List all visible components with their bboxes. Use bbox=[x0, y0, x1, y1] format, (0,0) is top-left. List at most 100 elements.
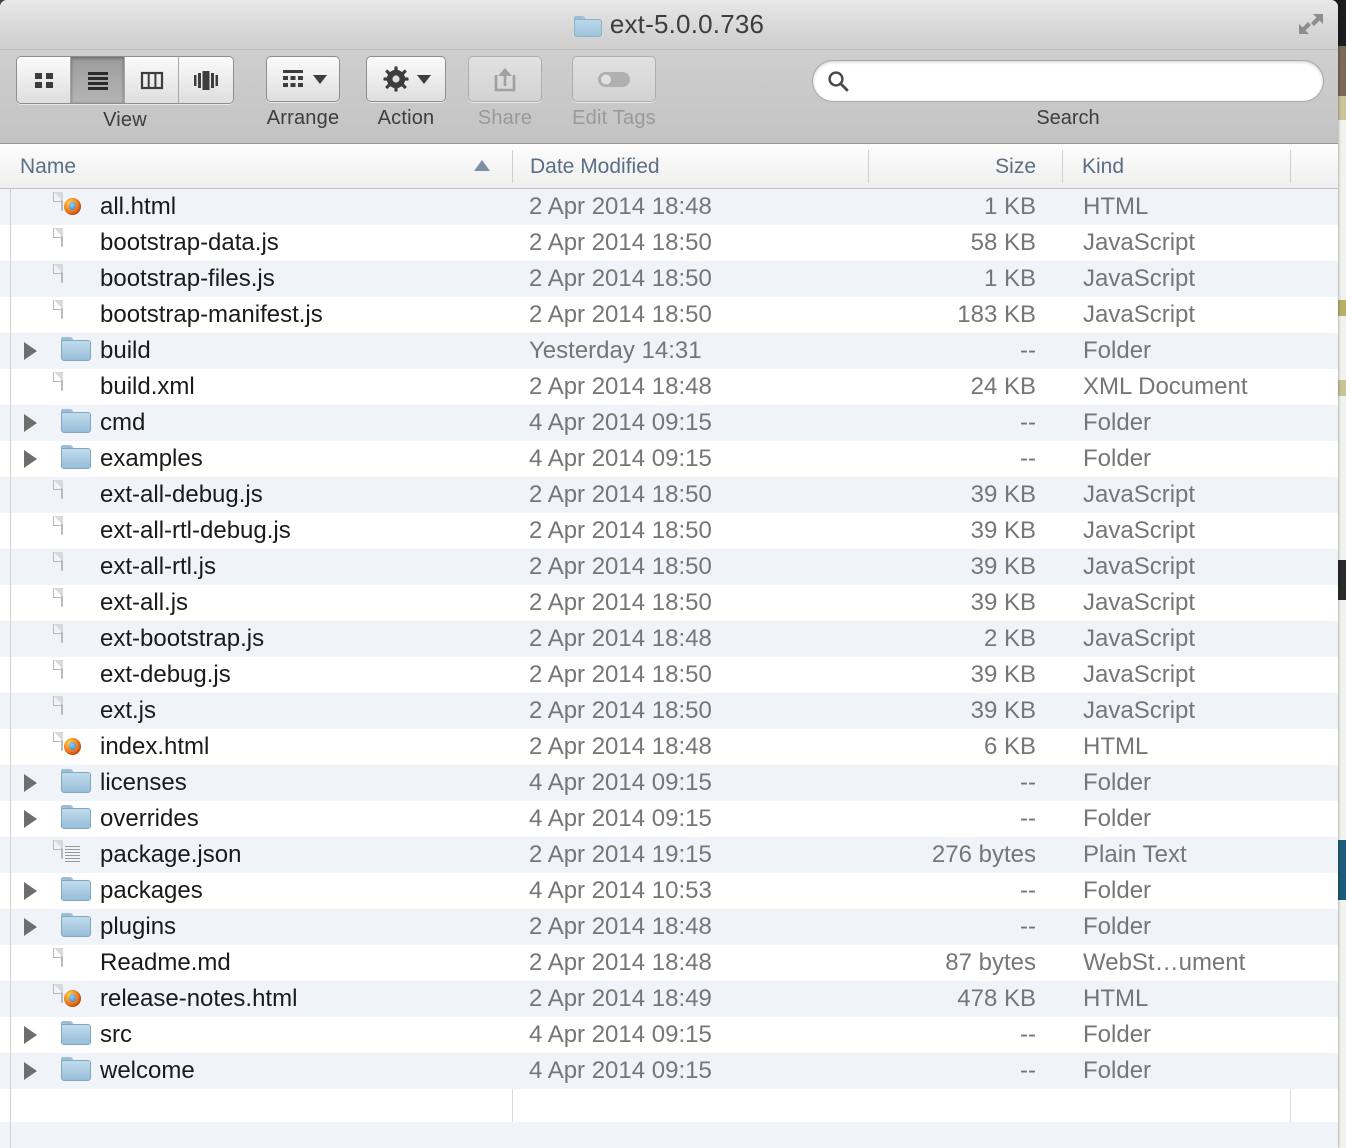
blank-document-icon bbox=[61, 264, 63, 283]
blank-document-icon bbox=[61, 300, 63, 319]
file-date-modified: 2 Apr 2014 18:50 bbox=[529, 589, 712, 616]
file-row[interactable]: ext-all.js 2 Apr 2014 18:50 39 KB JavaScrip… bbox=[0, 585, 1338, 621]
file-row[interactable]: build Yesterday 14:31 -- Folder bbox=[0, 333, 1338, 369]
file-name: examples bbox=[100, 445, 203, 472]
search-field[interactable] bbox=[812, 60, 1324, 102]
file-row[interactable]: examples 4 Apr 2014 09:15 -- Folder bbox=[0, 441, 1338, 477]
arrange-button[interactable] bbox=[266, 56, 340, 102]
file-date-modified: 2 Apr 2014 18:48 bbox=[529, 193, 712, 220]
edit-tags-button[interactable] bbox=[572, 56, 656, 102]
file-date-modified: 2 Apr 2014 18:49 bbox=[529, 985, 712, 1012]
column-header-size[interactable]: Size bbox=[868, 144, 1036, 189]
column-divider[interactable] bbox=[1062, 150, 1063, 183]
disclosure-triangle-icon[interactable] bbox=[24, 414, 37, 432]
file-date-modified: 2 Apr 2014 18:48 bbox=[529, 625, 712, 652]
column-divider[interactable] bbox=[512, 150, 513, 183]
disclosure-triangle-icon[interactable] bbox=[24, 810, 37, 828]
file-name: ext-all-debug.js bbox=[100, 481, 263, 508]
action-button[interactable] bbox=[366, 56, 446, 102]
file-row[interactable]: welcome 4 Apr 2014 09:15 -- Folder bbox=[0, 1053, 1338, 1089]
file-size: -- bbox=[1020, 769, 1036, 796]
file-date-modified: 2 Apr 2014 18:50 bbox=[529, 661, 712, 688]
folder-icon bbox=[573, 14, 602, 37]
file-kind: Folder bbox=[1083, 913, 1152, 940]
file-size: -- bbox=[1020, 1057, 1036, 1084]
file-size: 6 KB bbox=[983, 733, 1036, 760]
file-kind: JavaScript bbox=[1083, 301, 1196, 328]
file-kind: XML Document bbox=[1083, 373, 1248, 400]
fullscreen-arrows-icon[interactable] bbox=[1296, 10, 1326, 38]
file-row[interactable]: bootstrap-data.js 2 Apr 2014 18:50 58 KB Ja… bbox=[0, 225, 1338, 261]
icon-view-segment[interactable] bbox=[17, 57, 71, 103]
view-segmented-control[interactable] bbox=[16, 56, 234, 104]
file-date-modified: 2 Apr 2014 18:50 bbox=[529, 517, 712, 544]
column-header-kind[interactable]: Kind bbox=[1082, 144, 1124, 189]
file-size: -- bbox=[1020, 913, 1036, 940]
file-kind: HTML bbox=[1083, 733, 1149, 760]
list-view-segment[interactable] bbox=[71, 57, 125, 103]
search-caption: Search bbox=[1036, 107, 1100, 129]
file-row[interactable]: ext-all-debug.js 2 Apr 2014 18:50 39 KB Jav… bbox=[0, 477, 1338, 513]
file-row[interactable]: ext-all-rtl.js 2 Apr 2014 18:50 39 KB JavaS… bbox=[0, 549, 1338, 585]
column-divider[interactable] bbox=[1290, 150, 1291, 183]
file-row[interactable]: ext-all-rtl-debug.js 2 Apr 2014 18:50 39 K… bbox=[0, 513, 1338, 549]
disclosure-triangle-icon[interactable] bbox=[24, 918, 37, 936]
title-bar: ext-5.0.0.736 bbox=[0, 0, 1338, 50]
file-row[interactable]: cmd 4 Apr 2014 09:15 -- Folder bbox=[0, 405, 1338, 441]
file-kind: JavaScript bbox=[1083, 553, 1196, 580]
file-row[interactable]: bootstrap-manifest.js 2 Apr 2014 18:50 183… bbox=[0, 297, 1338, 333]
view-control-group: View bbox=[16, 56, 234, 132]
file-row[interactable]: overrides 4 Apr 2014 09:15 -- Folder bbox=[0, 801, 1338, 837]
file-row[interactable]: bootstrap-files.js 2 Apr 2014 18:50 1 KB Ja… bbox=[0, 261, 1338, 297]
share-button[interactable] bbox=[468, 56, 542, 102]
disclosure-triangle-icon[interactable] bbox=[24, 882, 37, 900]
disclosure-triangle-icon[interactable] bbox=[24, 1062, 37, 1080]
disclosure-triangle-icon[interactable] bbox=[24, 450, 37, 468]
file-date-modified: 2 Apr 2014 18:50 bbox=[529, 697, 712, 724]
file-row[interactable]: release-notes.html 2 Apr 2014 18:49 478 KB… bbox=[0, 981, 1338, 1017]
file-row[interactable]: packages 4 Apr 2014 10:53 -- Folder bbox=[0, 873, 1338, 909]
file-size: -- bbox=[1020, 805, 1036, 832]
coverflow-view-segment[interactable] bbox=[179, 57, 233, 103]
edit-tags-group: Edit Tags bbox=[572, 56, 656, 130]
column-headers: Name Date Modified Size Kind bbox=[0, 144, 1338, 189]
search-input[interactable] bbox=[857, 69, 1309, 93]
column-view-segment[interactable] bbox=[125, 57, 179, 103]
file-kind: Folder bbox=[1083, 1057, 1152, 1084]
file-row[interactable]: ext-bootstrap.js 2 Apr 2014 18:48 2 KB Java… bbox=[0, 621, 1338, 657]
file-row[interactable]: package.json 2 Apr 2014 19:15 276 bytes Pla… bbox=[0, 837, 1338, 873]
file-name: release-notes.html bbox=[100, 985, 298, 1012]
text-document-icon bbox=[61, 840, 80, 864]
file-kind: JavaScript bbox=[1083, 517, 1196, 544]
file-row[interactable]: ext-debug.js 2 Apr 2014 18:50 39 KB JavaScr… bbox=[0, 657, 1338, 693]
file-size: 39 KB bbox=[970, 661, 1036, 688]
disclosure-triangle-icon[interactable] bbox=[24, 1026, 37, 1044]
column-header-date-modified[interactable]: Date Modified bbox=[530, 144, 660, 189]
blank-document-icon bbox=[61, 228, 63, 247]
page-title: ext-5.0.0.736 bbox=[609, 9, 765, 39]
file-date-modified: 4 Apr 2014 09:15 bbox=[529, 1021, 712, 1048]
file-row[interactable]: licenses 4 Apr 2014 09:15 -- Folder bbox=[0, 765, 1338, 801]
file-name: cmd bbox=[100, 409, 146, 436]
file-kind: HTML bbox=[1083, 193, 1149, 220]
file-kind: WebSt…ument bbox=[1083, 949, 1246, 976]
file-kind: Folder bbox=[1083, 769, 1152, 796]
file-row[interactable]: src 4 Apr 2014 09:15 -- Folder bbox=[0, 1017, 1338, 1053]
file-row[interactable]: Readme.md 2 Apr 2014 18:48 87 bytes WebSt…u… bbox=[0, 945, 1338, 981]
file-row[interactable]: index.html 2 Apr 2014 18:48 6 KB HTML bbox=[0, 729, 1338, 765]
disclosure-triangle-icon[interactable] bbox=[24, 342, 37, 360]
file-row[interactable]: plugins 2 Apr 2014 18:48 -- Folder bbox=[0, 909, 1338, 945]
file-row[interactable]: all.html 2 Apr 2014 18:48 1 KB HTML bbox=[0, 189, 1338, 225]
column-header-name[interactable]: Name bbox=[20, 144, 76, 189]
file-name: plugins bbox=[100, 913, 177, 940]
file-name: all.html bbox=[100, 193, 177, 220]
file-row[interactable]: build.xml 2 Apr 2014 18:48 24 KB XML Docume… bbox=[0, 369, 1338, 405]
list-left-border bbox=[10, 189, 11, 1148]
blank-document-icon bbox=[61, 948, 63, 967]
file-kind: Folder bbox=[1083, 877, 1152, 904]
file-row[interactable]: ext.js 2 Apr 2014 18:50 39 KB JavaScript bbox=[0, 693, 1338, 729]
file-kind: Folder bbox=[1083, 409, 1152, 436]
finder-window: ext-5.0.0.736 View Arrange Action Share … bbox=[0, 0, 1338, 1148]
disclosure-triangle-icon[interactable] bbox=[24, 774, 37, 792]
file-kind: Folder bbox=[1083, 1021, 1152, 1048]
